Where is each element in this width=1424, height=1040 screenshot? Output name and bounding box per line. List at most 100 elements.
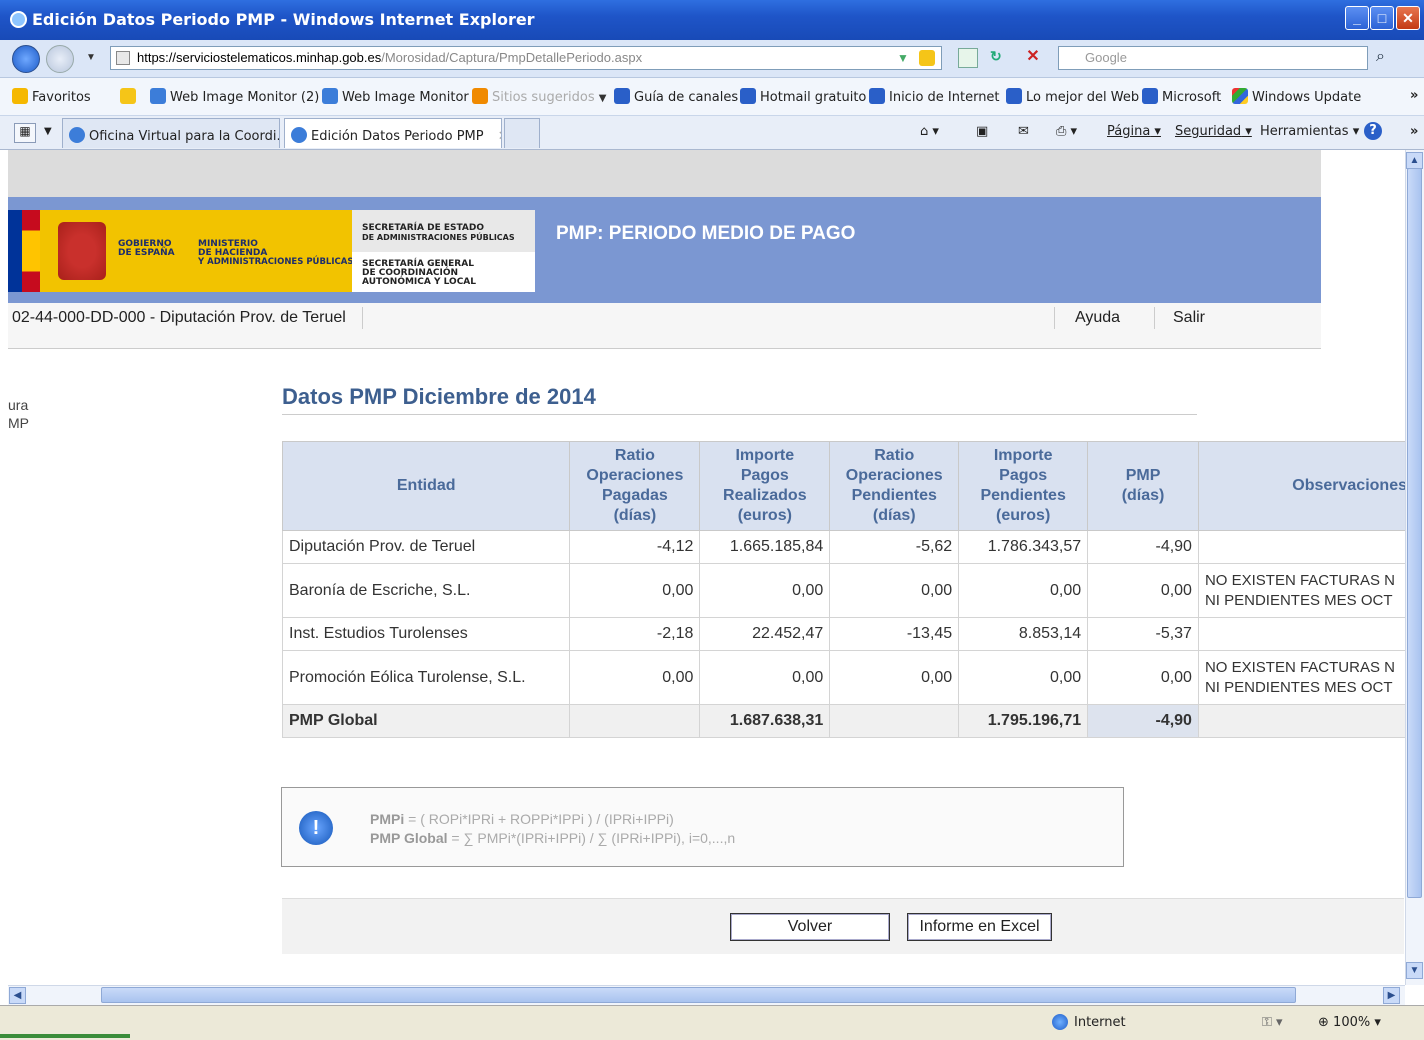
close-tab-icon[interactable]: ✕ — [498, 129, 501, 144]
horizontal-scroll-thumb[interactable] — [101, 987, 1296, 1003]
address-input[interactable]: https://serviciostelematicos.minhap.gob.… — [110, 46, 942, 70]
minimize-button[interactable]: _ — [1345, 6, 1369, 30]
history-dropdown-icon[interactable]: ▼ — [86, 52, 96, 63]
more-favorites-icon[interactable]: » — [1410, 88, 1418, 103]
msn-icon — [869, 88, 885, 104]
zoom-control[interactable]: ⊕ 100% ▾ — [1318, 1015, 1381, 1030]
fav-web-image-monitor[interactable]: Web Image Monitor — [322, 88, 469, 105]
lock-icon[interactable] — [919, 50, 935, 66]
cell-ratio-pending: -5,62 — [829, 530, 960, 564]
col-amount-pending: Importe Pagos Pendientes (euros) — [958, 441, 1089, 531]
fav-guia-canales[interactable]: Guía de canales — [614, 88, 738, 105]
fav-label: Hotmail gratuito — [760, 90, 867, 105]
print-icon[interactable]: ⎙ ▾ — [1056, 124, 1077, 139]
left-menu-item[interactable]: MP — [8, 414, 29, 432]
cell-ratio-paid: -2,18 — [569, 617, 701, 651]
back-button[interactable] — [12, 45, 40, 73]
scroll-left-icon[interactable]: ◀ — [9, 987, 26, 1004]
close-button[interactable]: ✕ — [1396, 6, 1420, 30]
formula-pmpi: PMPi = ( ROPi*IPRi + ROPPi*IPPi ) / (IPR… — [370, 810, 735, 829]
col-text: (euros) — [737, 507, 792, 524]
maximize-button[interactable]: □ — [1370, 6, 1394, 30]
home-icon[interactable]: ⌂ ▾ — [920, 124, 939, 139]
obs-line: NO EXISTEN FACTURAS N — [1204, 571, 1395, 589]
fav-microsoft[interactable]: Microsoft — [1142, 88, 1221, 105]
favorites-button[interactable]: Favoritos — [12, 88, 91, 105]
col-text: Operaciones — [845, 467, 943, 484]
table-row: Promoción Eólica Turolense, S.L. 0,00 0,00… — [281, 650, 1413, 705]
cell-amount-pending: 8.853,14 — [958, 617, 1089, 651]
tab-edicion-datos[interactable]: Edición Datos Periodo PMP ✕ — [284, 118, 502, 148]
vertical-scroll-thumb[interactable] — [1407, 168, 1422, 898]
cell-ratio-paid: 0,00 — [569, 650, 701, 705]
col-text: Pagadas — [601, 487, 668, 504]
formula-text: PMPi = ( ROPi*IPRi + ROPPi*IPPi ) / (IPR… — [370, 810, 735, 848]
scroll-right-icon[interactable]: ▶ — [1383, 987, 1400, 1004]
total-pmp: -4,90 — [1087, 704, 1199, 738]
separator — [1154, 307, 1155, 329]
url-dropdown-icon[interactable]: ▼ — [897, 47, 909, 69]
help-link[interactable]: Ayuda — [1075, 309, 1120, 327]
cell-amount-pending: 0,00 — [958, 563, 1089, 618]
feeds-icon[interactable]: ▣ — [976, 124, 988, 139]
forward-button[interactable] — [46, 45, 74, 73]
total-observations — [1197, 704, 1413, 738]
col-text: (días) — [872, 507, 916, 524]
sec1-line1: SECRETARÍA DE ESTADO — [362, 223, 485, 233]
fav-lo-mejor-web[interactable]: Lo mejor del Web — [1006, 88, 1139, 105]
scroll-up-icon[interactable]: ▲ — [1406, 152, 1423, 169]
eu-flag-icon — [8, 210, 22, 292]
security-menu[interactable]: Seguridad ▾ — [1175, 124, 1252, 139]
page-menu[interactable]: Página ▾ — [1107, 124, 1161, 139]
left-menu-item[interactable]: ura — [8, 396, 29, 414]
msn-icon — [1142, 88, 1158, 104]
url-path: /Morosidad/Captura/PmpDetallePeriodo.asp… — [381, 50, 643, 65]
cell-observations: NO EXISTEN FACTURAS N NI PENDIENTES MES O… — [1197, 650, 1413, 705]
formula-box: ! PMPi = ( ROPi*IPRi + ROPPi*IPPi ) / (I… — [281, 787, 1124, 867]
tab-oficina-virtual[interactable]: Oficina Virtual para la Coordi... — [62, 118, 280, 148]
logout-link[interactable]: Salir — [1173, 309, 1205, 327]
separator — [1054, 307, 1055, 329]
mail-icon[interactable]: ✉ — [1018, 124, 1029, 139]
fav-hotmail[interactable]: Hotmail gratuito — [740, 88, 866, 105]
formula-pmpi-expr: = ( ROPi*IPRi + ROPPi*IPPi ) / (IPRi+IPP… — [404, 811, 674, 827]
quick-tabs-icon[interactable]: ▦ — [14, 123, 36, 143]
formula-global-expr: = ∑ PMPi*(IPRi+IPPi) / ∑ (IPRi+IPPi), i=… — [447, 830, 736, 846]
cell-observations — [1197, 530, 1413, 564]
back-button-page[interactable]: Volver — [730, 913, 890, 941]
stop-icon[interactable]: ✕ — [1022, 46, 1044, 68]
col-text: Importe — [735, 447, 795, 464]
col-text: Ratio — [874, 447, 915, 464]
address-toolbar: ▼ https://serviciostelematicos.minhap.go… — [0, 40, 1424, 78]
fav-windows-update[interactable]: Windows Update — [1232, 88, 1361, 105]
more-commands-icon[interactable]: » — [1410, 124, 1418, 139]
col-ratio-pending: Ratio Operaciones Pendientes (días) — [829, 441, 960, 531]
help-icon[interactable]: ? — [1364, 122, 1382, 140]
scroll-down-icon[interactable]: ▼ — [1406, 962, 1423, 979]
search-input[interactable]: Google — [1058, 46, 1368, 70]
page-menu-label: Página — [1107, 124, 1151, 139]
sec1-line2: DE ADMINISTRACIONES PÚBLICAS — [362, 233, 515, 242]
table-row: Inst. Estudios Turolenses -2,18 22.452,47-… — [281, 617, 1413, 651]
ie-icon — [10, 11, 27, 28]
fav-sitios-sugeridos[interactable]: Sitios sugeridos ▼ — [472, 88, 606, 105]
tab-list-icon[interactable]: ▼ — [44, 126, 52, 137]
new-tab-button[interactable] — [504, 118, 540, 148]
fav-inicio-internet[interactable]: Inicio de Internet — [869, 88, 1000, 105]
tools-menu[interactable]: Herramientas ▾ — [1260, 124, 1359, 139]
refresh-icon[interactable]: ↻ — [990, 48, 1010, 68]
protected-mode-icon[interactable]: ⚿ ▾ — [1262, 1015, 1283, 1030]
entity-label: 02-44-000-DD-000 - Diputación Prov. de T… — [12, 309, 346, 326]
compat-view-icon[interactable] — [958, 48, 978, 68]
col-text: Pendientes — [851, 487, 937, 504]
page-title: Datos PMP Diciembre de 2014 — [282, 384, 596, 409]
fav-web-image-monitor-2[interactable]: Web Image Monitor (2) — [150, 88, 319, 105]
search-icon[interactable]: ⌕ — [1376, 48, 1385, 66]
add-favorite-icon[interactable] — [120, 88, 140, 105]
excel-report-button[interactable]: Informe en Excel — [907, 913, 1052, 941]
fav-label: Sitios sugeridos — [492, 90, 595, 105]
total-amount-paid: 1.687.638,31 — [699, 704, 831, 738]
cell-entity: Baronía de Escriche, S.L. — [281, 563, 571, 618]
add-star-icon — [120, 88, 136, 104]
info-icon: ! — [299, 811, 333, 845]
